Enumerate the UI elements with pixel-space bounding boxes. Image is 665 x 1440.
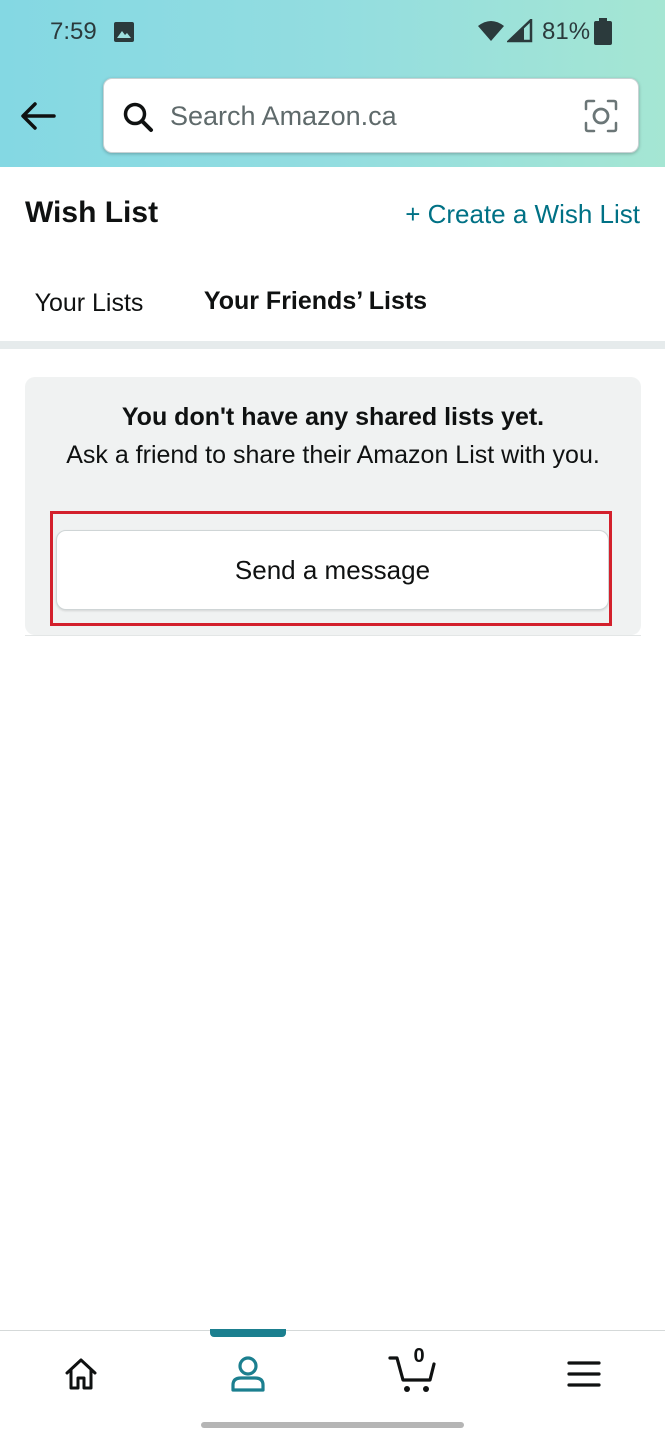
send-message-button[interactable]: Send a message: [56, 530, 609, 610]
gesture-bar: [201, 1422, 464, 1428]
search-icon: [123, 102, 153, 132]
back-button[interactable]: [18, 96, 58, 136]
search-bar[interactable]: [103, 78, 639, 153]
battery-icon: [594, 18, 612, 45]
active-tab-indicator: [210, 1329, 286, 1337]
menu-icon: [567, 1361, 601, 1387]
nav-account[interactable]: [218, 1349, 278, 1399]
photo-icon: [114, 22, 134, 42]
status-time: 7:59: [50, 18, 97, 45]
card-divider: [25, 635, 641, 636]
search-input[interactable]: [170, 93, 570, 139]
page-title: Wish List: [25, 196, 159, 229]
nav-cart[interactable]: 0: [384, 1345, 444, 1399]
empty-state-message: Ask a friend to share their Amazon List …: [66, 441, 600, 469]
empty-state-heading: You don't have any shared lists yet.: [121, 403, 545, 431]
tab-your-lists[interactable]: Your Lists: [10, 262, 168, 344]
status-bar: 7:59 81%: [0, 0, 665, 66]
app-header: 7:59 81%: [0, 0, 665, 167]
home-icon: [65, 1358, 97, 1390]
bottom-navigation: 0: [0, 1329, 665, 1414]
camera-icon[interactable]: [583, 98, 619, 134]
nav-home[interactable]: [51, 1349, 111, 1399]
nav-menu[interactable]: [554, 1349, 614, 1399]
list-tabs: Your Lists Your Friends’ Lists: [0, 262, 665, 344]
battery-percent: 81%: [542, 18, 591, 45]
account-icon: [231, 1356, 265, 1392]
arrow-left-icon: [21, 102, 56, 130]
wifi-icon: [478, 21, 504, 41]
cart-count: 0: [413, 1345, 425, 1367]
create-wish-list-link[interactable]: + Create a Wish List: [405, 199, 640, 230]
signal-icon: [507, 19, 533, 43]
tab-your-friends-lists[interactable]: Your Friends’ Lists: [174, 262, 457, 344]
tabs-divider: [0, 341, 665, 349]
